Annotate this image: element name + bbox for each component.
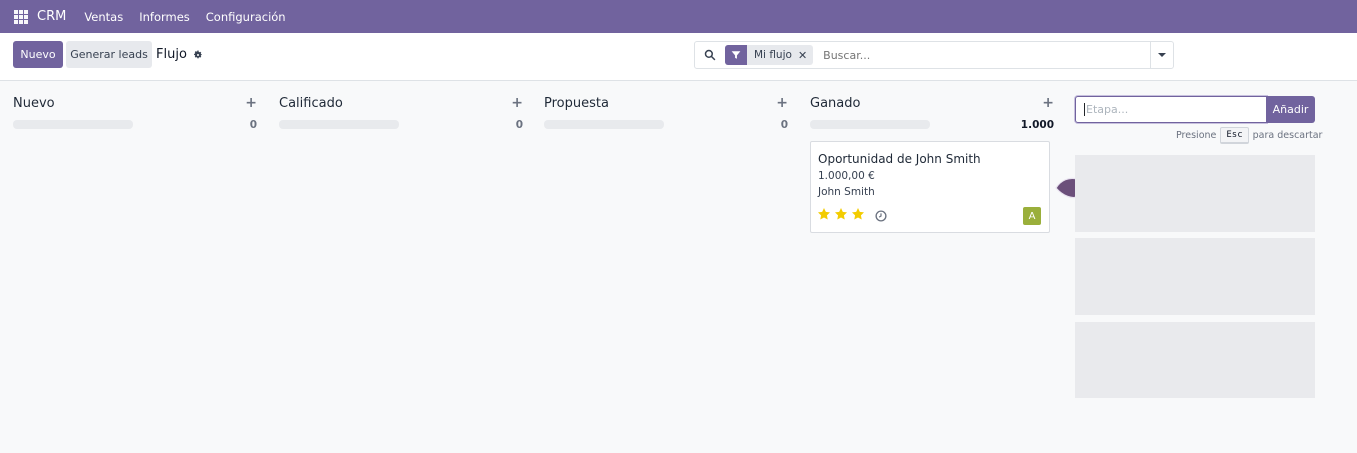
- column-progress-bar: [810, 120, 930, 129]
- generate-leads-button[interactable]: Generar leads: [66, 41, 152, 68]
- hint-suffix: para descartar: [1252, 129, 1323, 141]
- column-title: Ganado: [810, 96, 861, 111]
- menu-configuracion[interactable]: Configuración: [206, 10, 286, 24]
- new-button[interactable]: Nuevo: [13, 41, 63, 68]
- star-icon[interactable]: [851, 207, 865, 221]
- ghost-column-placeholder: [1075, 322, 1315, 398]
- filter-icon: [725, 45, 747, 65]
- stage-input-placeholder: Etapa...: [1086, 103, 1129, 116]
- star-icon[interactable]: [834, 207, 848, 221]
- ghost-column-placeholder: [1075, 238, 1315, 315]
- column-progress-bar: [544, 120, 664, 129]
- esc-key: Esc: [1220, 126, 1249, 144]
- stage-name-input[interactable]: Etapa...: [1075, 96, 1267, 123]
- add-card-icon[interactable]: +: [511, 95, 523, 111]
- add-stage-button[interactable]: Añadir: [1266, 96, 1315, 123]
- column-count: 1.000: [1020, 119, 1054, 131]
- card-contact: John Smith: [818, 186, 875, 198]
- ghost-column-placeholder: [1075, 155, 1315, 232]
- column-count: 0: [249, 119, 257, 131]
- breadcrumb: Flujo: [156, 47, 203, 62]
- chevron-down-icon[interactable]: [1150, 42, 1173, 68]
- kanban-card[interactable]: Oportunidad de John Smith 1.000,00 € Joh…: [810, 141, 1050, 233]
- search-input[interactable]: [823, 48, 1150, 62]
- add-card-icon[interactable]: +: [245, 95, 257, 111]
- column-title: Calificado: [279, 96, 343, 111]
- apps-grid-icon[interactable]: [14, 9, 28, 24]
- facet-label: Mi flujo: [754, 49, 792, 61]
- search-facet: Mi flujo ✕: [725, 45, 814, 65]
- app-brand[interactable]: CRM: [37, 9, 66, 24]
- search-bar: Mi flujo ✕: [694, 41, 1174, 69]
- column-title: Nuevo: [13, 96, 55, 111]
- column-progress-bar: [13, 120, 133, 129]
- avatar[interactable]: A: [1023, 207, 1041, 225]
- column-title: Propuesta: [544, 96, 609, 111]
- column-count: 0: [515, 119, 523, 131]
- escape-hint: Presione Esc para descartar: [1176, 126, 1322, 144]
- search-icon: [704, 49, 716, 61]
- top-navbar: CRM Ventas Informes Configuración: [0, 0, 1357, 33]
- star-icon[interactable]: [817, 207, 831, 221]
- hint-prefix: Presione: [1176, 129, 1217, 141]
- menu-ventas[interactable]: Ventas: [84, 10, 123, 24]
- column-progress-bar: [279, 120, 399, 129]
- gear-icon[interactable]: [193, 49, 203, 60]
- page-title: Flujo: [156, 47, 187, 62]
- control-panel: Nuevo Generar leads Flujo Mi flujo ✕: [0, 33, 1357, 81]
- add-card-icon[interactable]: +: [776, 95, 788, 111]
- card-amount: 1.000,00 €: [818, 170, 875, 182]
- priority-stars: [817, 207, 865, 221]
- add-card-icon[interactable]: +: [1042, 95, 1054, 111]
- menu-informes[interactable]: Informes: [139, 10, 190, 24]
- card-title: Oportunidad de John Smith: [818, 152, 981, 166]
- close-icon[interactable]: ✕: [798, 45, 813, 65]
- column-count: 0: [780, 119, 788, 131]
- clock-icon[interactable]: [875, 210, 887, 222]
